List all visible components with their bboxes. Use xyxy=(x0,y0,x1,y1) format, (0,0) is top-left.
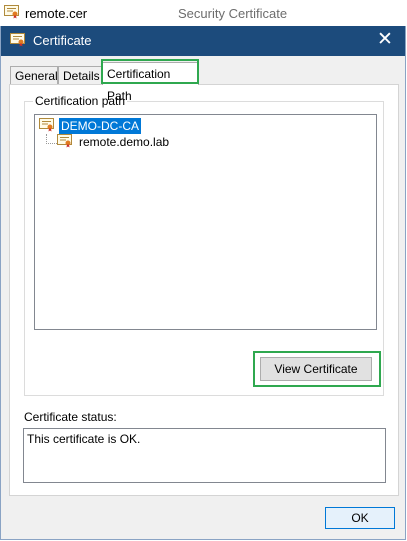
certificate-status-text: This certificate is OK. xyxy=(27,432,141,446)
certificate-icon xyxy=(39,118,54,132)
ok-button[interactable]: OK xyxy=(325,507,395,529)
tree-node-label: remote.demo.lab xyxy=(79,135,170,149)
tab-details[interactable]: Details xyxy=(58,66,102,85)
tab-panel: Certification path DEMO-DC-CA remote.dem… xyxy=(9,84,399,496)
tab-general[interactable]: General xyxy=(10,66,58,85)
app-title: Security Certificate xyxy=(178,6,288,21)
tree-node-child[interactable]: remote.demo.lab xyxy=(57,134,169,150)
certification-path-group: Certification path DEMO-DC-CA remote.dem… xyxy=(24,94,384,396)
tab-certification-path[interactable]: Certification Path xyxy=(102,62,199,103)
certificate-status-label: Certificate status: xyxy=(24,410,117,424)
file-name: remote.cer xyxy=(25,6,88,21)
tree-node-root[interactable]: DEMO-DC-CA xyxy=(39,118,141,134)
close-icon[interactable]: ✕ xyxy=(375,30,395,50)
title-bar: Certificate ✕ xyxy=(1,26,405,56)
certificate-icon xyxy=(10,33,26,50)
certificate-status-box[interactable]: This certificate is OK. xyxy=(23,428,386,483)
certificate-icon xyxy=(4,5,20,22)
tree-node-label: DEMO-DC-CA xyxy=(59,118,141,134)
certificate-tree[interactable]: DEMO-DC-CA remote.demo.lab xyxy=(34,114,377,330)
background-strip: remote.cer Security Certificate xyxy=(0,0,407,26)
certificate-icon xyxy=(57,134,72,148)
window-title: Certificate xyxy=(33,33,92,48)
certificate-dialog: Certificate ✕ General Details Certificat… xyxy=(0,26,406,540)
view-certificate-button[interactable]: View Certificate xyxy=(260,357,372,381)
